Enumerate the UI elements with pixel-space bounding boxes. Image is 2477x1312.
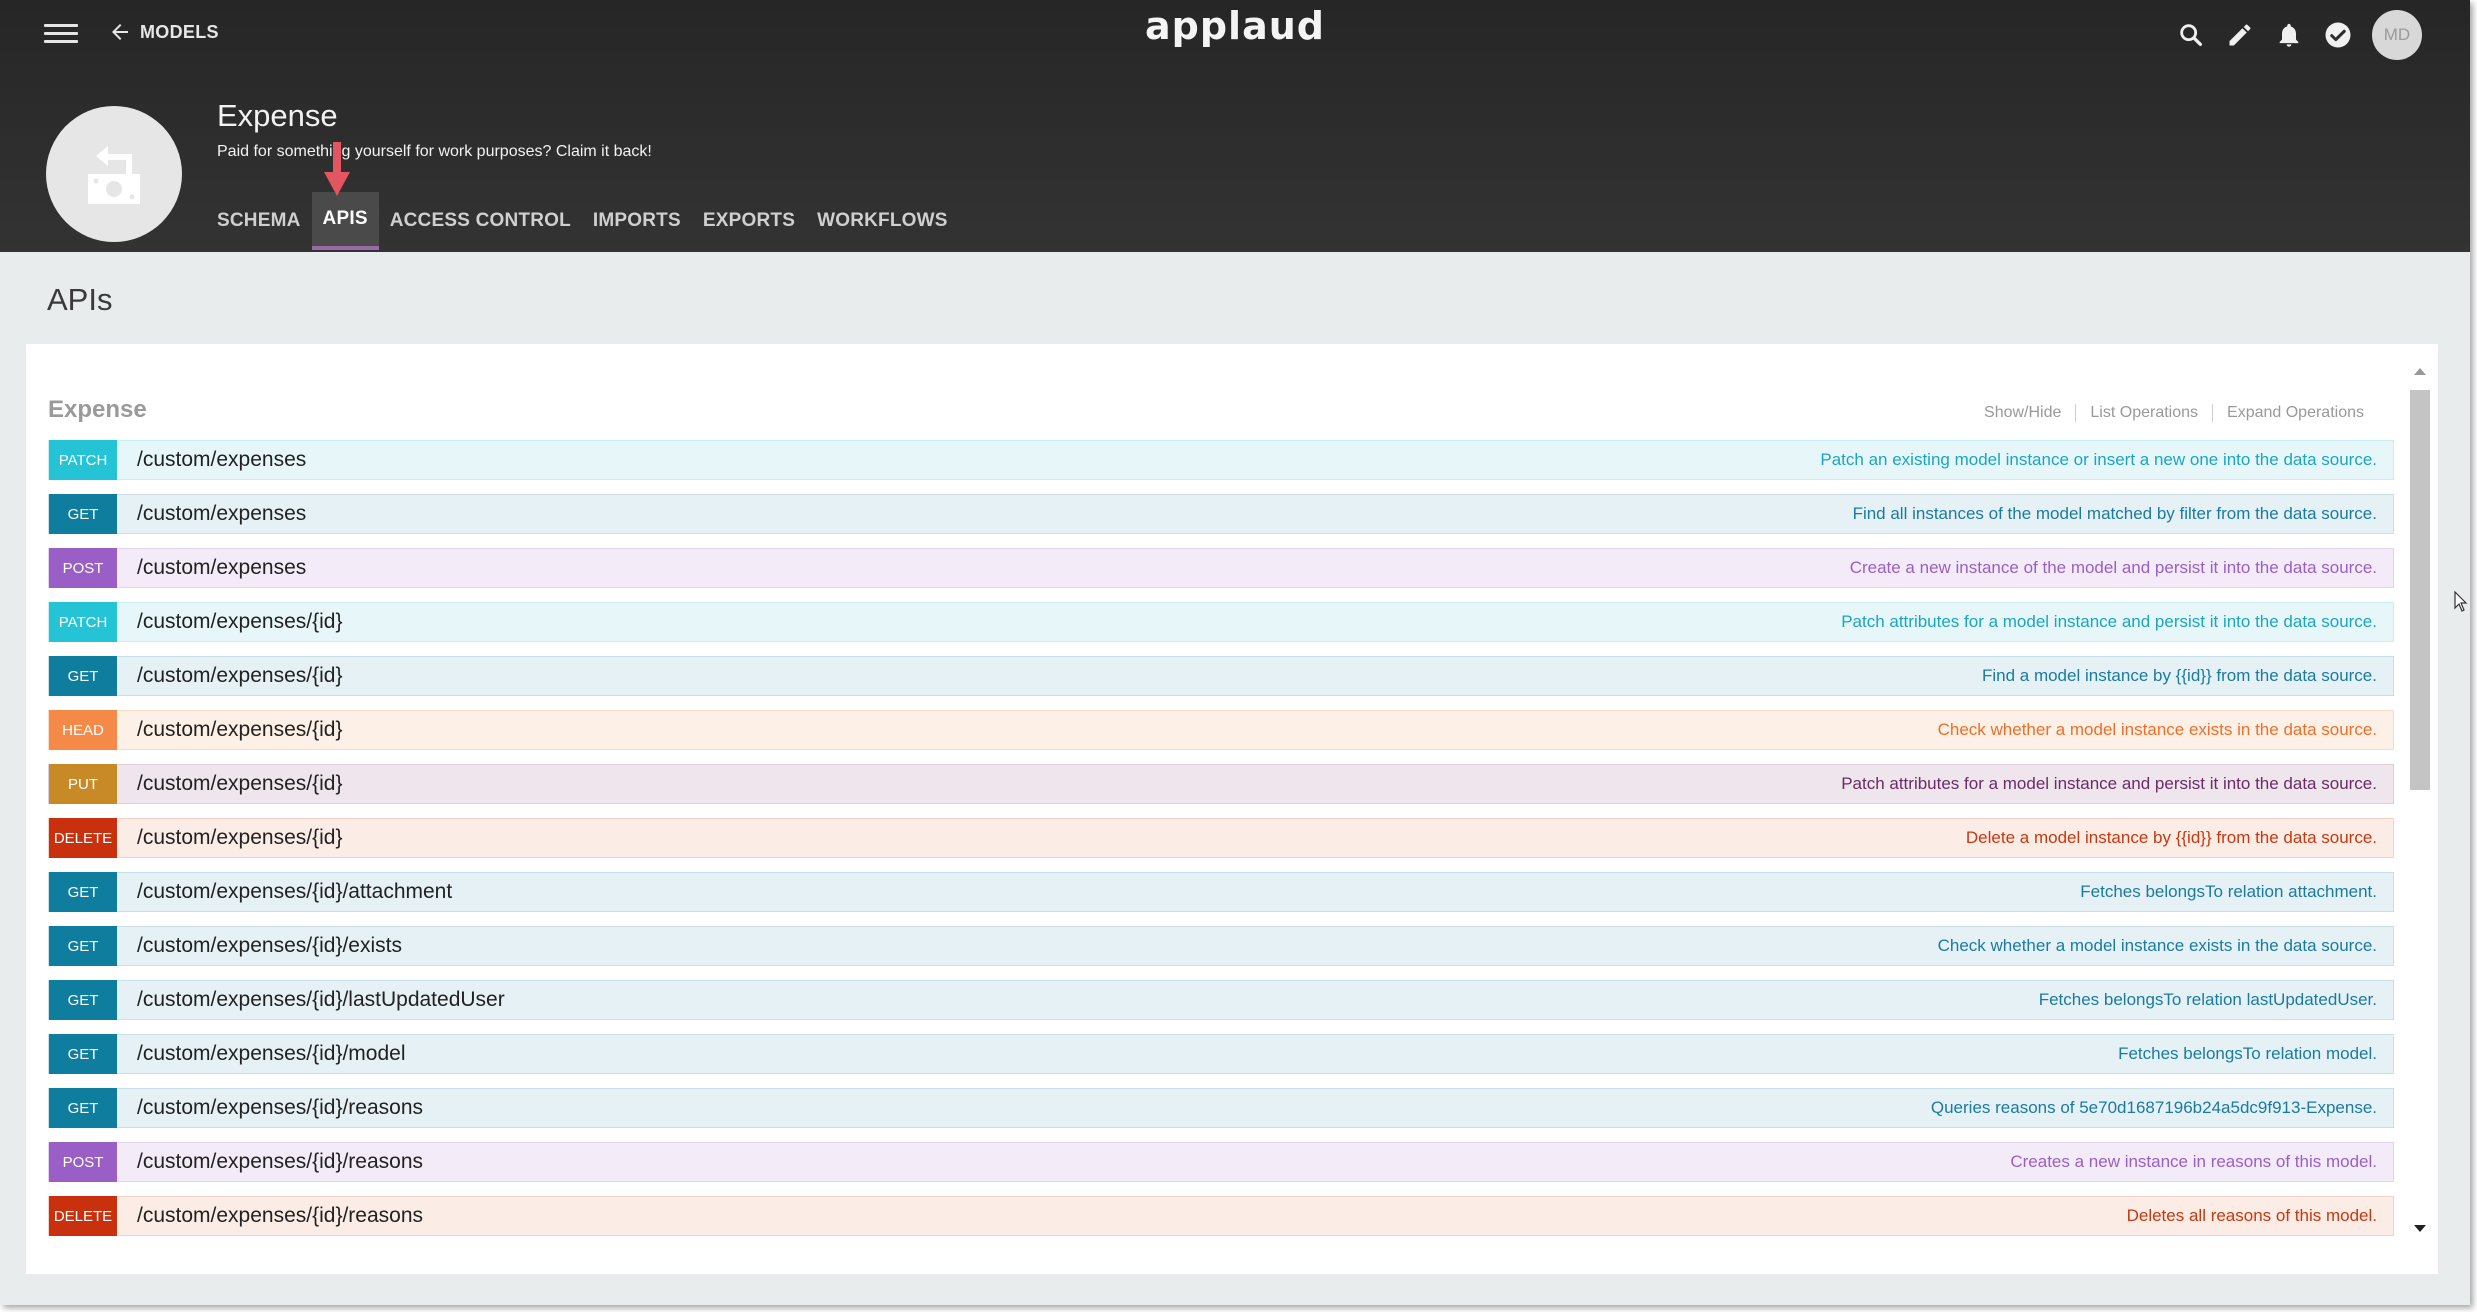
- model-tabs: SCHEMA APIS ACCESS CONTROL IMPORTS EXPOR…: [206, 192, 959, 250]
- tab-exports[interactable]: EXPORTS: [692, 192, 806, 250]
- show-hide-link[interactable]: Show/Hide: [1970, 404, 2075, 422]
- http-method-badge[interactable]: POST: [49, 1142, 117, 1182]
- operation-row[interactable]: GET/custom/expenses/{id}/attachment Fetch…: [48, 872, 2394, 912]
- operation-path[interactable]: /custom/expenses/{id}: [137, 772, 1841, 796]
- page-title: APIs: [47, 282, 113, 317]
- operation-summary[interactable]: Fetches belongsTo relation model.: [2118, 1044, 2377, 1064]
- edit-icon[interactable]: [2220, 15, 2260, 55]
- http-method-badge[interactable]: GET: [49, 1088, 117, 1128]
- operation-row[interactable]: HEAD/custom/expenses/{id} Check whether a…: [48, 710, 2394, 750]
- operation-path[interactable]: /custom/expenses/{id}/reasons: [137, 1150, 2010, 1174]
- bell-icon[interactable]: [2269, 15, 2309, 55]
- operation-row[interactable]: DELETE/custom/expenses/{id} Delete a mode…: [48, 818, 2394, 858]
- operation-summary[interactable]: Patch attributes for a model instance an…: [1841, 774, 2377, 794]
- operation-path[interactable]: /custom/expenses: [137, 448, 1820, 472]
- operation-path[interactable]: /custom/expenses/{id}: [137, 718, 1938, 742]
- resource-group-title[interactable]: Expense: [48, 396, 147, 424]
- hamburger-menu-icon[interactable]: [44, 20, 78, 44]
- list-operations-link[interactable]: List Operations: [2075, 404, 2212, 422]
- operation-path[interactable]: /custom/expenses/{id}/exists: [137, 934, 1938, 958]
- operation-row[interactable]: POST/custom/expenses Create a new instanc…: [48, 548, 2394, 588]
- operation-summary[interactable]: Creates a new instance in reasons of thi…: [2010, 1152, 2377, 1172]
- scrollbar-thumb[interactable]: [2410, 390, 2430, 790]
- http-method-badge[interactable]: DELETE: [49, 1196, 117, 1236]
- search-icon[interactable]: [2171, 15, 2211, 55]
- api-explorer-card: Expense Show/Hide List Operations Expand…: [26, 344, 2438, 1274]
- http-method-badge[interactable]: PUT: [49, 764, 117, 804]
- http-method-badge[interactable]: DELETE: [49, 818, 117, 858]
- top-bar: MODELS applaud MD Expense Paid for somet…: [0, 0, 2470, 252]
- tab-apis[interactable]: APIS: [311, 192, 379, 250]
- check-circle-icon[interactable]: [2318, 15, 2358, 55]
- operation-summary[interactable]: Patch attributes for a model instance an…: [1841, 612, 2377, 632]
- mouse-cursor-icon: [2454, 591, 2468, 612]
- operation-row[interactable]: DELETE/custom/expenses/{id}/reasons Delet…: [48, 1196, 2394, 1236]
- operation-path[interactable]: /custom/expenses: [137, 502, 1853, 526]
- http-method-badge[interactable]: GET: [49, 980, 117, 1020]
- operation-row[interactable]: GET/custom/expenses/{id}/lastUpdatedUser…: [48, 980, 2394, 1020]
- operation-summary[interactable]: Deletes all reasons of this model.: [2127, 1206, 2377, 1226]
- operations-list: PATCH/custom/expenses Patch an existing m…: [48, 440, 2394, 1250]
- arrow-left-icon: [112, 24, 128, 40]
- http-method-badge[interactable]: GET: [49, 656, 117, 696]
- tab-access-control[interactable]: ACCESS CONTROL: [379, 192, 582, 250]
- operation-row[interactable]: PATCH/custom/expenses Patch an existing m…: [48, 440, 2394, 480]
- scrollbar[interactable]: [2408, 364, 2430, 1236]
- model-description: Paid for something yourself for work pur…: [217, 143, 652, 160]
- operation-summary[interactable]: Check whether a model instance exists in…: [1938, 936, 2377, 956]
- operation-path[interactable]: /custom/expenses/{id}/reasons: [137, 1096, 1931, 1120]
- operation-summary[interactable]: Fetches belongsTo relation lastUpdatedUs…: [2039, 990, 2377, 1010]
- http-method-badge[interactable]: GET: [49, 494, 117, 534]
- operation-path[interactable]: /custom/expenses/{id}/lastUpdatedUser: [137, 988, 2039, 1012]
- app-window: MODELS applaud MD Expense Paid for somet…: [0, 0, 2470, 1305]
- user-avatar[interactable]: MD: [2372, 10, 2422, 60]
- operation-summary[interactable]: Check whether a model instance exists in…: [1938, 720, 2377, 740]
- brand-logo[interactable]: applaud: [1120, 4, 1350, 48]
- operation-path[interactable]: /custom/expenses/{id}/attachment: [137, 880, 2080, 904]
- operation-summary[interactable]: Find a model instance by {{id}} from the…: [1982, 666, 2377, 686]
- operation-path[interactable]: /custom/expenses/{id}/model: [137, 1042, 2118, 1066]
- http-method-badge[interactable]: GET: [49, 926, 117, 966]
- operation-summary[interactable]: Patch an existing model instance or inse…: [1820, 450, 2377, 470]
- resource-group-actions: Show/Hide List Operations Expand Operati…: [1970, 404, 2378, 422]
- tab-imports[interactable]: IMPORTS: [582, 192, 692, 250]
- operation-row[interactable]: PUT/custom/expenses/{id} Patch attributes…: [48, 764, 2394, 804]
- operation-row[interactable]: GET/custom/expenses/{id} Find a model ins…: [48, 656, 2394, 696]
- tab-schema[interactable]: SCHEMA: [206, 192, 312, 250]
- tab-workflows[interactable]: WORKFLOWS: [806, 192, 959, 250]
- operation-path[interactable]: /custom/expenses/{id}: [137, 610, 1841, 634]
- operation-path[interactable]: /custom/expenses/{id}/reasons: [137, 1204, 2127, 1228]
- cash-return-icon: [88, 146, 140, 204]
- http-method-badge[interactable]: HEAD: [49, 710, 117, 750]
- operation-summary[interactable]: Fetches belongsTo relation attachment.: [2080, 882, 2377, 902]
- http-method-badge[interactable]: POST: [49, 548, 117, 588]
- back-link-label: MODELS: [140, 21, 219, 42]
- annotation-arrow-icon: [324, 142, 350, 196]
- http-method-badge[interactable]: PATCH: [49, 602, 117, 642]
- scroll-down-icon[interactable]: [2414, 1225, 2426, 1232]
- model-title: Expense: [217, 98, 338, 133]
- expand-operations-link[interactable]: Expand Operations: [2212, 404, 2378, 422]
- model-logo: [46, 106, 182, 242]
- operation-summary[interactable]: Delete a model instance by {{id}} from t…: [1966, 828, 2377, 848]
- top-icons: MD: [2162, 10, 2422, 60]
- http-method-badge[interactable]: PATCH: [49, 440, 117, 480]
- operation-summary[interactable]: Create a new instance of the model and p…: [1850, 558, 2377, 578]
- operation-row[interactable]: PATCH/custom/expenses/{id} Patch attribut…: [48, 602, 2394, 642]
- operation-path[interactable]: /custom/expenses/{id}: [137, 664, 1982, 688]
- operation-summary[interactable]: Find all instances of the model matched …: [1853, 504, 2377, 524]
- scroll-up-icon[interactable]: [2414, 368, 2426, 375]
- operation-path[interactable]: /custom/expenses/{id}: [137, 826, 1966, 850]
- operation-row[interactable]: GET/custom/expenses/{id}/reasons Queries …: [48, 1088, 2394, 1128]
- operation-row[interactable]: GET/custom/expenses/{id}/exists Check whe…: [48, 926, 2394, 966]
- operation-path[interactable]: /custom/expenses: [137, 556, 1850, 580]
- back-to-models-link[interactable]: MODELS: [108, 14, 219, 50]
- operation-row[interactable]: POST/custom/expenses/{id}/reasons Creates…: [48, 1142, 2394, 1182]
- operation-summary[interactable]: Queries reasons of 5e70d1687196b24a5dc9f…: [1931, 1098, 2377, 1118]
- operation-row[interactable]: GET/custom/expenses Find all instances of…: [48, 494, 2394, 534]
- http-method-badge[interactable]: GET: [49, 1034, 117, 1074]
- http-method-badge[interactable]: GET: [49, 872, 117, 912]
- operation-row[interactable]: GET/custom/expenses/{id}/model Fetches be…: [48, 1034, 2394, 1074]
